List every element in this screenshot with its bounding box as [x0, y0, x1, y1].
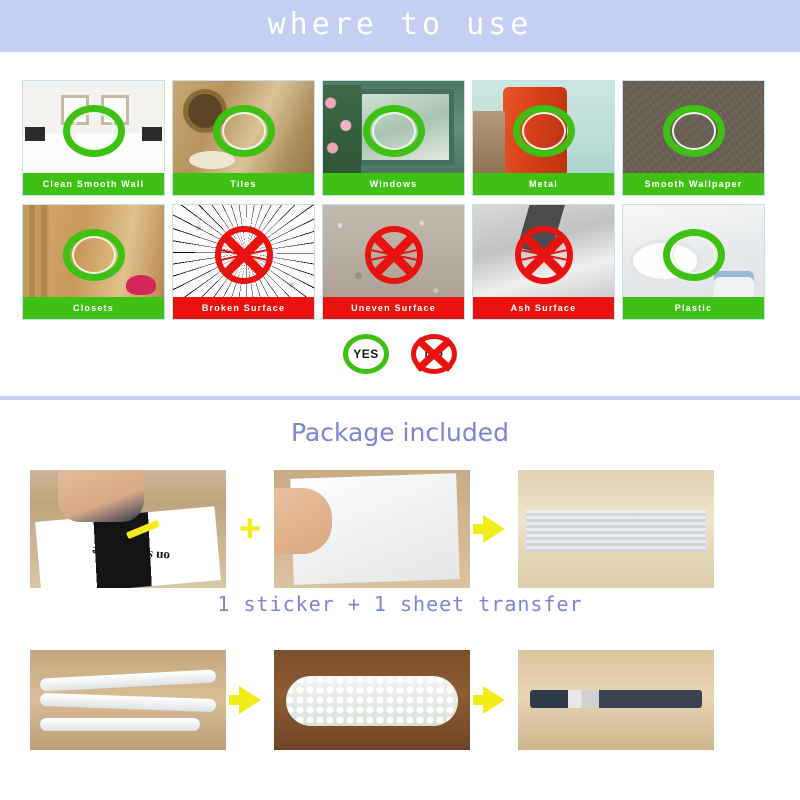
- surface-card-windows: Windows: [322, 80, 465, 196]
- arrow-separator: [226, 686, 274, 714]
- nightstand-left-shape: [25, 127, 45, 141]
- green-ring-icon: [662, 229, 725, 282]
- arrow-right-icon: [473, 686, 505, 714]
- surface-card-smooth-wallpaper: Smooth Wallpaper: [622, 80, 765, 196]
- green-ring-icon: [362, 105, 425, 158]
- surface-card-closets: Closets: [22, 204, 165, 320]
- ring-inner-shape: [371, 112, 416, 151]
- green-ring-icon: [62, 229, 125, 282]
- arrow-separator: [470, 515, 518, 543]
- arrow-right-icon: [473, 515, 505, 543]
- green-ring-icon: [662, 105, 725, 158]
- surface-label: Windows: [323, 173, 464, 195]
- surface-label: Broken Surface: [173, 297, 314, 319]
- surface-card-ash-surface: Ash Surface: [472, 204, 615, 320]
- surfaces-row-2: Closets Broken Surface Uneven Surface As…: [22, 204, 778, 320]
- green-ring-icon: [512, 105, 575, 158]
- surface-label: Plastic: [623, 297, 764, 319]
- legend-row: YES NO: [0, 334, 800, 374]
- ring-inner-shape: [671, 112, 716, 151]
- package-section-title: Package included: [290, 418, 510, 447]
- product-infographic-page: where to use Clean Smooth Wall Tiles Win…: [0, 0, 800, 800]
- surface-label: Tiles: [173, 173, 314, 195]
- surface-label: Clean Smooth Wall: [23, 173, 164, 195]
- surfaces-grid: Clean Smooth Wall Tiles Windows Metal Sm…: [22, 80, 778, 328]
- no-badge-icon: NO: [411, 334, 457, 374]
- rolled-strips-photo: [30, 650, 226, 750]
- yes-badge-icon: YES: [343, 334, 389, 374]
- surface-card-plastic: Plastic: [622, 204, 765, 320]
- arrow-right-icon: [229, 686, 261, 714]
- surface-label: Metal: [473, 173, 614, 195]
- arrow-separator: [470, 686, 518, 714]
- green-ring-icon: [62, 105, 125, 158]
- surface-card-tiles: Tiles: [172, 80, 315, 196]
- squeegee-tool-shape: [125, 519, 161, 540]
- red-x-icon: [364, 226, 423, 285]
- green-ring-icon: [212, 105, 275, 158]
- ring-inner-shape: [521, 112, 566, 151]
- package-row-1: on s'embrasse +: [30, 470, 770, 588]
- surface-card-uneven-surface: Uneven Surface: [322, 204, 465, 320]
- surface-label: Uneven Surface: [323, 297, 464, 319]
- rolled-film-photo: [518, 470, 714, 588]
- ring-inner-shape: [221, 112, 266, 151]
- header-banner: where to use: [0, 0, 800, 52]
- plus-separator: +: [238, 508, 262, 550]
- bubble-wrapped-roll-photo: [274, 650, 470, 750]
- package-caption: 1 sticker + 1 sheet transfer: [217, 592, 583, 616]
- package-row-2: [30, 650, 770, 750]
- red-x-icon: [514, 226, 573, 285]
- surface-card-broken-surface: Broken Surface: [172, 204, 315, 320]
- transfer-sheet-photo: [274, 470, 470, 588]
- sticker-art-text: on s'embrasse: [91, 544, 171, 565]
- red-x-icon: [214, 226, 273, 285]
- nightstand-right-shape: [142, 127, 162, 141]
- surface-label: Smooth Wallpaper: [623, 173, 764, 195]
- ring-inner-shape: [71, 112, 116, 151]
- strip-shape: [40, 718, 200, 731]
- packed-tube-photo: [518, 650, 714, 750]
- ring-inner-shape: [671, 236, 716, 275]
- yes-badge-label: YES: [353, 347, 379, 361]
- ring-inner-shape: [71, 236, 116, 275]
- section-divider: [0, 396, 800, 400]
- surface-card-metal: Metal: [472, 80, 615, 196]
- sticker-application-photo: on s'embrasse: [30, 470, 226, 588]
- surface-label: Closets: [23, 297, 164, 319]
- surface-card-clean-smooth-wall: Clean Smooth Wall: [22, 80, 165, 196]
- surfaces-row-1: Clean Smooth Wall Tiles Windows Metal Sm…: [22, 80, 778, 196]
- page-title: where to use: [267, 7, 533, 42]
- surface-label: Ash Surface: [473, 297, 614, 319]
